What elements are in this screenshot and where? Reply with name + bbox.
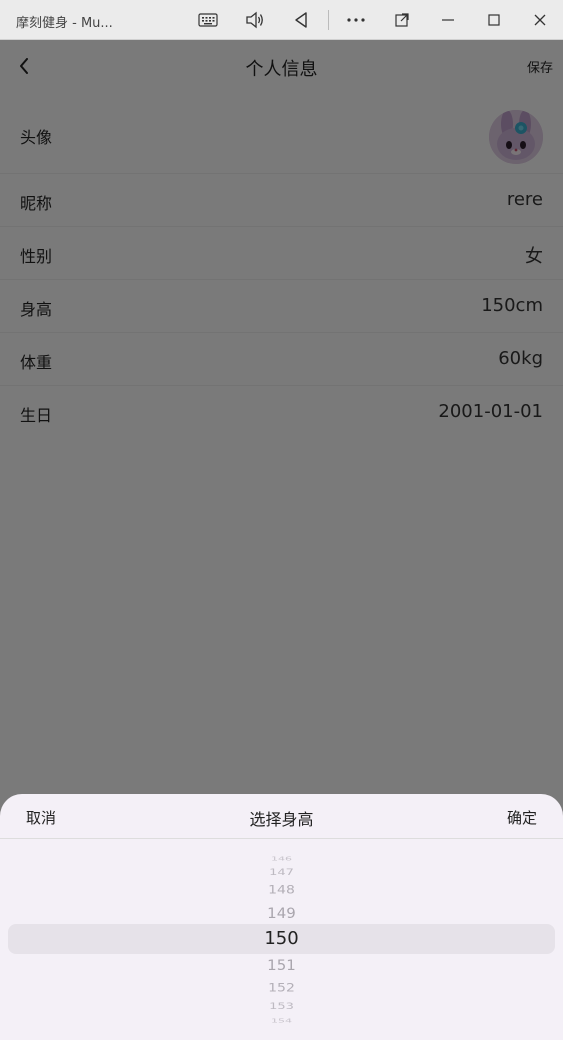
confirm-button[interactable]: 确定 [507, 807, 537, 828]
window-title: 摩刻健身 - Mu... [16, 16, 113, 31]
picker-option[interactable]: 153 [0, 1001, 563, 1010]
picker-option[interactable]: 150 [0, 930, 563, 948]
height-picker-sheet: 取消 选择身高 确定 146 147 148 149 150 151 152 153 154 [0, 794, 563, 1040]
volume-icon[interactable] [235, 0, 275, 40]
picker-option[interactable]: 152 [0, 982, 563, 994]
picker-option[interactable]: 154 [0, 1017, 563, 1023]
picker-option[interactable]: 148 [0, 884, 563, 896]
keyboard-icon[interactable] [188, 0, 228, 40]
picker-option[interactable]: 147 [0, 867, 563, 876]
back-triangle-icon[interactable] [281, 0, 321, 40]
window-titlebar: 摩刻健身 - Mu... [0, 0, 563, 40]
picker-option[interactable]: 149 [0, 905, 563, 920]
maximize-icon[interactable] [474, 0, 514, 40]
picker-option[interactable]: 151 [0, 957, 563, 972]
titlebar-divider [328, 10, 329, 30]
picker-option[interactable]: 146 [0, 855, 563, 861]
more-icon[interactable] [336, 0, 376, 40]
popout-icon[interactable] [382, 0, 422, 40]
close-icon[interactable] [520, 0, 560, 40]
picker-header: 取消 选择身高 确定 [0, 794, 563, 839]
minimize-icon[interactable] [428, 0, 468, 40]
picker-title: 选择身高 [249, 810, 314, 829]
